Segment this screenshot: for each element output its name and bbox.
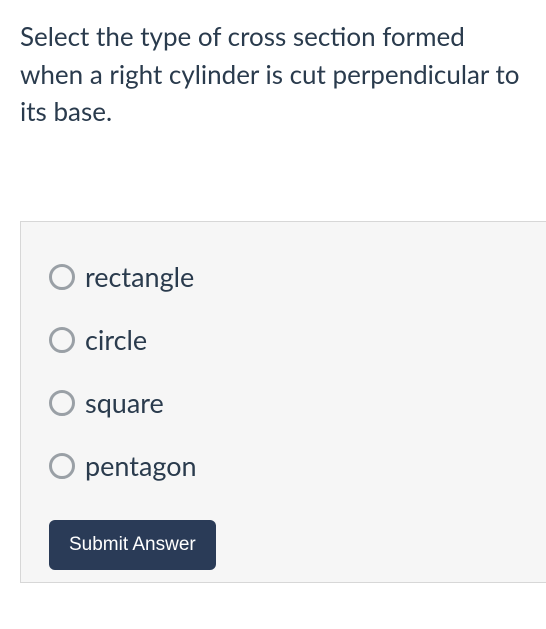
option-label: square <box>85 386 164 419</box>
question-prompt: Select the type of cross section formed … <box>0 0 546 131</box>
submit-answer-button[interactable]: Submit Answer <box>49 520 216 570</box>
option-label: pentagon <box>85 449 197 482</box>
option-label: circle <box>85 323 147 356</box>
radio-icon <box>49 390 75 416</box>
radio-icon <box>49 264 75 290</box>
option-square[interactable]: square <box>49 386 521 419</box>
radio-icon <box>49 453 75 479</box>
option-label: rectangle <box>85 260 194 293</box>
option-pentagon[interactable]: pentagon <box>49 449 521 482</box>
radio-icon <box>49 327 75 353</box>
option-circle[interactable]: circle <box>49 323 521 356</box>
answer-panel: rectangle circle square pentagon Submit … <box>20 221 546 583</box>
option-rectangle[interactable]: rectangle <box>49 260 521 293</box>
